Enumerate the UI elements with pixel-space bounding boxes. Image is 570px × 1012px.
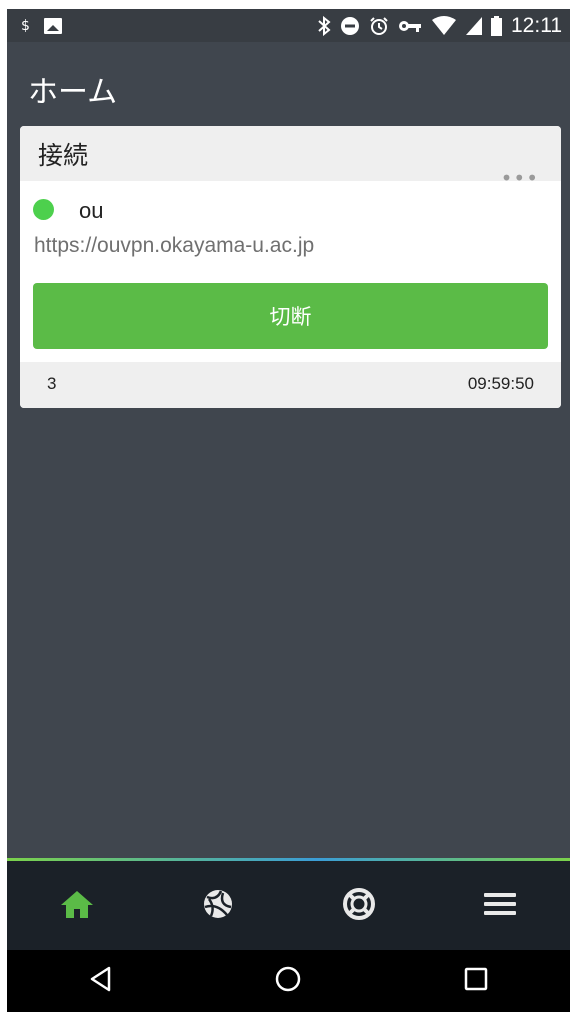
image-icon (43, 17, 62, 34)
back-icon (89, 966, 113, 996)
alarm-icon (369, 16, 389, 36)
footer-count: 3 (47, 374, 57, 393)
app-screen: $ 12:11 ホーム 接続 ou ••• https://ouvpn.okay… (7, 9, 570, 1012)
connection-duration: 09:59:50 (467, 374, 534, 393)
recents-icon (464, 967, 488, 995)
nav-network[interactable] (148, 861, 289, 950)
nav-support[interactable] (289, 861, 430, 950)
connection-card: 接続 ou ••• https://ouvpn.okayama-u.ac.jp … (20, 126, 561, 408)
support-icon (342, 887, 376, 925)
recents-button[interactable] (446, 956, 506, 1006)
card-title: 接続 (20, 126, 561, 181)
bluetooth-icon (317, 15, 331, 36)
home-icon (60, 889, 94, 923)
home-button[interactable] (258, 956, 318, 1006)
status-time: 12:11 (511, 13, 562, 37)
disconnect-button[interactable]: 切断 (33, 283, 548, 349)
bottom-nav (7, 861, 570, 950)
menu-icon (483, 890, 517, 922)
battery-icon (491, 15, 502, 36)
more-options-button[interactable]: ••• (501, 166, 539, 190)
nav-home[interactable] (7, 861, 148, 950)
connection-name: ou (79, 198, 104, 223)
connection-status-dot (33, 199, 54, 220)
dollar-icon: $ (21, 17, 30, 34)
back-button[interactable] (71, 956, 131, 1006)
nav-menu[interactable] (429, 861, 570, 950)
do-not-disturb-icon (340, 16, 360, 36)
status-bar: $ 12:11 (7, 9, 570, 42)
wifi-icon (431, 15, 457, 36)
card-footer: 3 09:59:50 (20, 362, 561, 408)
connection-url: https://ouvpn.okayama-u.ac.jp (34, 234, 315, 257)
home-circle-icon (274, 965, 302, 997)
signal-icon (466, 16, 482, 35)
android-nav-bar (7, 950, 570, 1012)
connection-row[interactable]: ou (20, 181, 561, 226)
network-icon (201, 887, 235, 925)
vpn-key-icon (398, 19, 422, 33)
page-title: ホーム (28, 75, 118, 110)
